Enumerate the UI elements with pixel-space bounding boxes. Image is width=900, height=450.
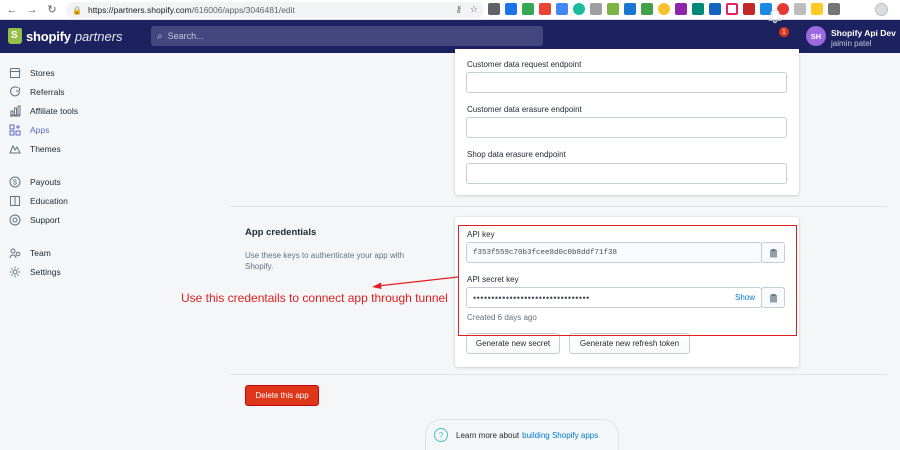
extension-icon[interactable] xyxy=(794,3,806,15)
apps-icon xyxy=(8,123,22,137)
sidebar-item-affiliate-tools[interactable]: Affiliate tools xyxy=(8,103,78,119)
app-credentials-description: Use these keys to authenticate your app … xyxy=(245,251,405,271)
extension-icon[interactable] xyxy=(709,3,721,15)
question-icon: ? xyxy=(434,428,448,442)
sidebar-item-label: Team xyxy=(30,248,51,258)
payouts-icon: $ xyxy=(8,175,22,189)
extension-icon[interactable] xyxy=(658,3,670,15)
url-path: /616006/apps/3046481/edit xyxy=(191,5,295,15)
extension-icon[interactable] xyxy=(590,3,602,15)
url-host: https://partners.shopify.com xyxy=(87,5,192,15)
customer-data-request-label: Customer data request endpoint xyxy=(467,60,582,69)
building-apps-link[interactable]: building Shopify apps xyxy=(522,431,598,440)
sidebar-item-label: Affiliate tools xyxy=(30,106,79,116)
svg-text:$: $ xyxy=(13,180,17,187)
extensions-bar xyxy=(488,3,840,15)
logo-secondary: partners xyxy=(74,28,123,44)
search-box: ⌕ xyxy=(151,26,543,46)
annotation-text: Use this credentails to connect app thro… xyxy=(181,291,448,305)
generate-new-secret-button[interactable]: Generate new secret xyxy=(466,333,560,354)
team-icon xyxy=(8,246,22,260)
extension-icon[interactable] xyxy=(811,3,823,15)
sidebar: Stores Referrals Affiliate tools Apps Th… xyxy=(0,53,140,450)
extension-icon[interactable] xyxy=(539,3,551,15)
browser-chrome: ← → ↻ 🔒 https://partners.shopify.com/616… xyxy=(0,0,900,20)
app-credentials-title: App credentials xyxy=(245,227,317,238)
logo-primary: shopify xyxy=(26,28,71,44)
customer-data-erasure-input[interactable] xyxy=(466,117,787,138)
sidebar-item-payouts[interactable]: $ Payouts xyxy=(8,174,61,190)
affiliate-tools-icon xyxy=(8,104,22,118)
extension-icon[interactable] xyxy=(641,3,653,15)
key-icon[interactable]: ⚷ xyxy=(455,4,462,15)
sidebar-item-label: Stores xyxy=(30,68,55,78)
delete-app-button[interactable]: Delete this app xyxy=(245,385,319,406)
education-icon xyxy=(8,194,22,208)
gear-icon xyxy=(8,265,22,279)
sidebar-item-label: Apps xyxy=(30,125,50,135)
extension-icon[interactable] xyxy=(743,3,755,15)
sidebar-item-apps[interactable]: Apps xyxy=(8,122,49,138)
shop-data-erasure-input[interactable] xyxy=(466,163,787,184)
generate-refresh-token-button[interactable]: Generate new refresh token xyxy=(569,333,690,354)
extension-icon[interactable] xyxy=(675,3,687,15)
sidebar-item-referrals[interactable]: Referrals xyxy=(8,84,64,100)
referrals-icon xyxy=(8,85,22,99)
section-divider xyxy=(230,206,887,207)
account-name[interactable]: Shopify Api Dev xyxy=(831,28,896,38)
forward-arrow-icon[interactable]: → xyxy=(24,2,40,18)
bell-icon[interactable] xyxy=(767,8,785,26)
shopify-partners-logo[interactable]: shopify partners xyxy=(8,28,123,44)
extension-icon[interactable] xyxy=(692,3,704,15)
search-icon: ⌕ xyxy=(157,30,163,42)
lock-icon: 🔒 xyxy=(72,5,82,15)
avatar[interactable]: SH xyxy=(806,26,826,46)
extension-icon[interactable] xyxy=(607,3,619,15)
themes-icon xyxy=(8,142,22,156)
extension-icon[interactable] xyxy=(488,3,500,15)
account-user[interactable]: jaimin patel xyxy=(831,39,871,48)
sidebar-item-stores[interactable]: Stores xyxy=(8,65,55,81)
search-input[interactable] xyxy=(167,31,528,41)
sidebar-item-label: Support xyxy=(30,215,60,225)
notification-badge: 1 xyxy=(778,26,790,38)
support-icon xyxy=(8,213,22,227)
shop-data-erasure-label: Shop data erasure endpoint xyxy=(467,150,566,159)
star-icon[interactable]: ☆ xyxy=(470,4,478,15)
sidebar-item-settings[interactable]: Settings xyxy=(8,264,61,280)
address-bar[interactable]: 🔒 https://partners.shopify.com/616006/ap… xyxy=(66,2,484,18)
customer-data-erasure-label: Customer data erasure endpoint xyxy=(467,105,582,114)
browser-profile-icon[interactable] xyxy=(875,3,888,16)
extension-icon[interactable] xyxy=(624,3,636,15)
shopify-bag-icon xyxy=(8,28,22,44)
learn-more-footer: ? Learn more about building Shopify apps xyxy=(425,419,619,450)
extension-icon[interactable] xyxy=(505,3,517,15)
learn-more-text: Learn more about xyxy=(456,430,520,440)
extension-icon[interactable] xyxy=(828,3,840,15)
sidebar-item-label: Settings xyxy=(30,267,61,277)
sidebar-item-label: Themes xyxy=(30,144,61,154)
reload-icon[interactable]: ↻ xyxy=(44,2,60,18)
extension-icon[interactable] xyxy=(556,3,568,15)
annotation-highlight-box xyxy=(458,225,797,336)
section-divider xyxy=(230,374,887,375)
stores-icon xyxy=(8,66,22,80)
sidebar-item-label: Education xyxy=(30,196,68,206)
sidebar-item-label: Payouts xyxy=(30,177,61,187)
sidebar-item-team[interactable]: Team xyxy=(8,245,51,261)
sidebar-item-education[interactable]: Education xyxy=(8,193,68,209)
sidebar-item-label: Referrals xyxy=(30,87,65,97)
extension-icon[interactable] xyxy=(573,3,585,15)
customer-data-request-input[interactable] xyxy=(466,72,787,93)
extension-icon[interactable] xyxy=(726,3,738,15)
sidebar-item-support[interactable]: Support xyxy=(8,212,60,228)
extension-icon[interactable] xyxy=(522,3,534,15)
sidebar-item-themes[interactable]: Themes xyxy=(8,141,61,157)
back-arrow-icon[interactable]: ← xyxy=(4,2,20,18)
